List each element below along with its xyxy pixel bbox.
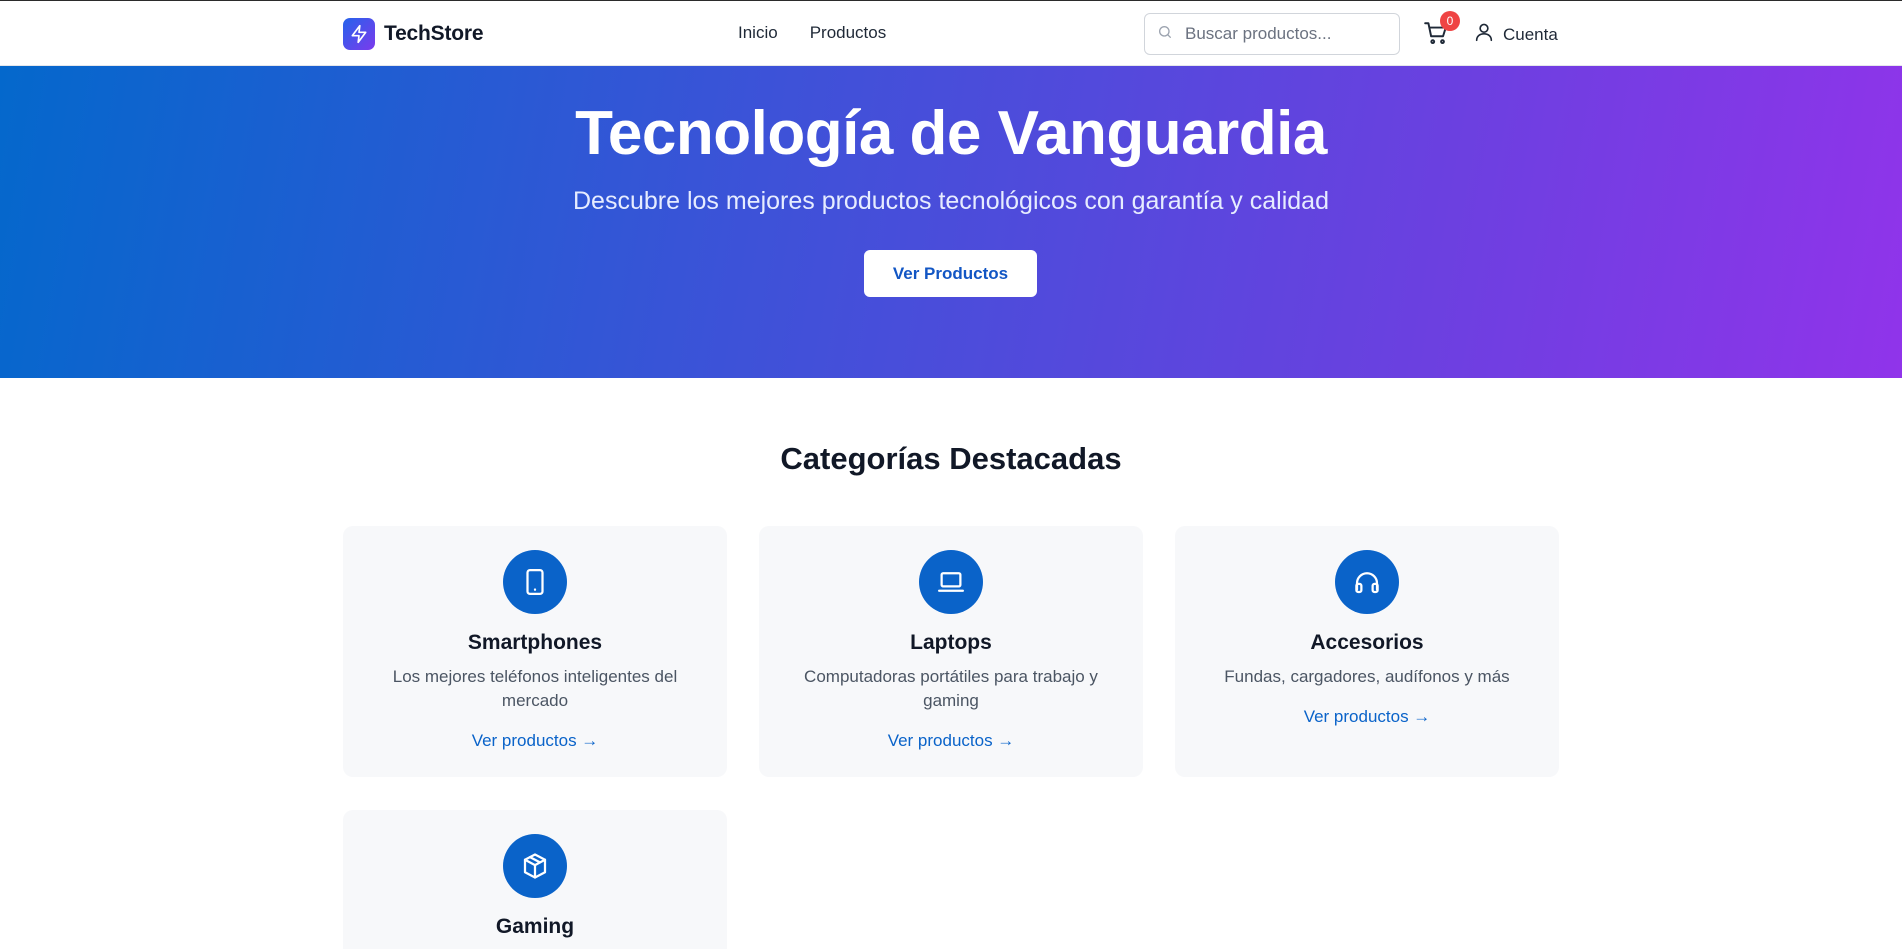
category-card-laptops[interactable]: Laptops Computadoras portátiles para tra… — [759, 526, 1143, 777]
category-name: Accesorios — [1310, 631, 1424, 654]
category-description: Computadoras portátiles para trabajo y g… — [804, 667, 1098, 710]
hero-subtitle: Descubre los mejores productos tecnológi… — [573, 187, 1329, 215]
category-link[interactable]: Ver productos → — [343, 731, 727, 751]
cart-button[interactable]: 0 — [1423, 11, 1460, 50]
smartphone-icon — [503, 550, 567, 614]
hero-title: Tecnología de Vanguardia — [575, 99, 1327, 168]
account-button[interactable]: Cuenta — [1473, 21, 1558, 48]
cart-count-badge: 0 — [1440, 11, 1460, 31]
category-name: Gaming — [495, 915, 575, 938]
package-icon — [503, 834, 567, 898]
category-name: Laptops — [910, 631, 992, 654]
hero-banner: Tecnología de Vanguardia Descubre los me… — [0, 66, 1902, 378]
account-label: Cuenta — [1503, 24, 1558, 44]
cart-icon — [1423, 22, 1449, 50]
category-card-gaming[interactable]: Gaming — [343, 810, 727, 949]
category-link[interactable]: Ver productos → — [759, 731, 1143, 751]
laptop-icon — [919, 550, 983, 614]
category-description: Los mejores teléfonos inteligentes del m… — [392, 667, 678, 710]
brand-logo[interactable]: TechStore — [343, 18, 484, 50]
category-link[interactable]: Ver productos → — [1175, 707, 1559, 727]
category-name: Smartphones — [467, 631, 603, 654]
lightning-icon — [343, 18, 375, 50]
category-card-smartphones[interactable]: Smartphones Los mejores teléfonos inteli… — [343, 526, 727, 777]
main-nav: Inicio Productos — [738, 23, 886, 43]
brand-name: TechStore — [384, 22, 484, 45]
categories-title: Categorías Destacadas — [780, 441, 1122, 476]
search-icon — [1157, 24, 1173, 45]
search-input[interactable] — [1185, 24, 1385, 44]
nav-link-productos[interactable]: Productos — [810, 23, 887, 43]
site-header: TechStore Inicio Productos 0 Cuenta — [0, 0, 1902, 66]
category-description: Fundas, cargadores, audífonos y más — [1224, 667, 1510, 686]
nav-link-inicio[interactable]: Inicio — [738, 23, 778, 43]
headphones-icon — [1335, 550, 1399, 614]
user-icon — [1473, 21, 1495, 48]
category-card-accesorios[interactable]: Accesorios Fundas, cargadores, audífonos… — [1175, 526, 1559, 777]
view-products-button[interactable]: Ver Productos — [864, 250, 1037, 297]
search-box[interactable] — [1144, 13, 1400, 55]
